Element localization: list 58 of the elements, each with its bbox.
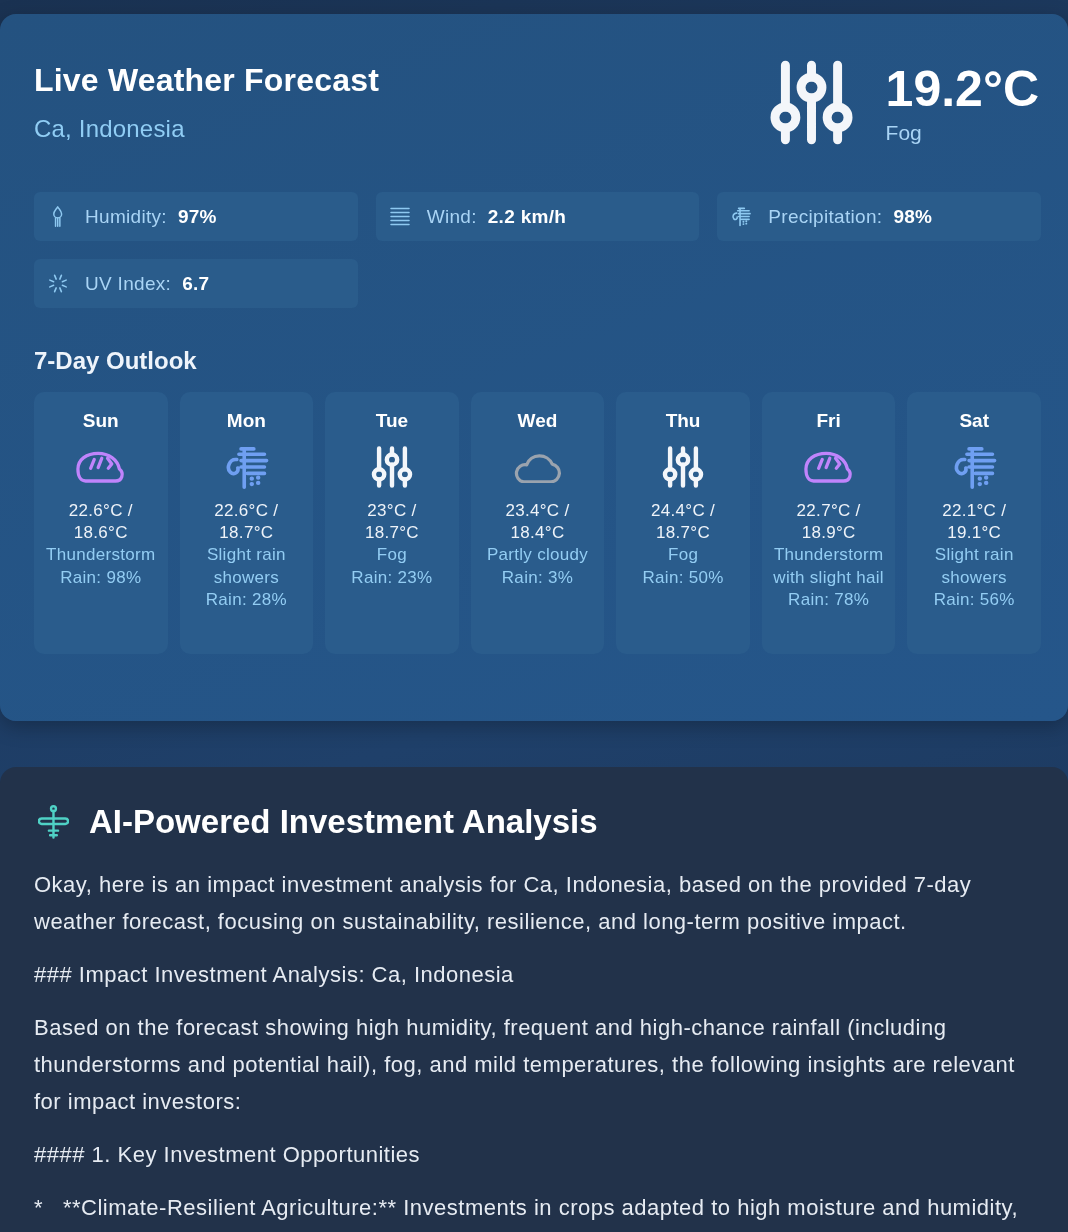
analysis-paragraph: Based on the forecast showing high humidity, frequent and high-chance rainfall (including thunderstorms and potential hail), fog, and mild temperatures, the following insights are relevant for impact investors: (34, 1014, 1016, 1116)
metric-label: UV Index: (85, 272, 172, 295)
day-name: Wed (517, 409, 558, 433)
day-name: Tue (375, 409, 409, 433)
temperature-range: 24.4°C / 18.7°C (650, 500, 717, 544)
temperature-range: 22.6°C / 18.7°C (213, 500, 280, 544)
day-name: Sun (82, 409, 119, 433)
sliders-icon (662, 446, 705, 488)
analysis-paragraph: ### Impact Investment Analysis: Ca, Indonesia (34, 961, 515, 989)
day-name: Mon (226, 409, 266, 433)
metric-value: 6.7 (182, 272, 210, 295)
condition-text: Thunderstorm (46, 544, 156, 566)
current-condition: Fog (885, 121, 923, 145)
day-name: Sat (959, 409, 989, 433)
current-temperature: 19.2°C (885, 61, 1039, 117)
rain-chance: Rain: 28% (205, 589, 287, 611)
analysis-title: AI-Powered Investment Analysis (88, 802, 598, 842)
condition-text: Thunderstorm with slight hail (772, 544, 885, 589)
forecast-title: Live Weather Forecast (34, 61, 380, 99)
metric-value: 2.2 km/h (487, 205, 567, 228)
metric-label: Wind: (426, 205, 477, 228)
day-name: Fri (816, 409, 841, 433)
condition-text: Slight rain showers (933, 544, 1015, 589)
analysis-paragraph: * **Climate-Resilient Agriculture:** Investments in crops adapted to high moisture and humidity, (34, 1194, 1020, 1222)
analysis-paragraph: Okay, here is an impact investment analysis for Ca, Indonesia, based on the provided 7-day weather forecast, focusing on sustainability, resilience, and long-term positive impact. (34, 871, 973, 936)
rain-chance: Rain: 56% (933, 589, 1015, 611)
day-name: Thu (665, 409, 701, 433)
rain-chance: Rain: 23% (351, 566, 433, 589)
loaf-icon (803, 451, 854, 483)
sliders-icon (370, 446, 413, 488)
antenna-icon (38, 805, 69, 839)
rain-chance: Rain: 78% (788, 589, 870, 611)
location-text: Ca, Indonesia (34, 114, 186, 144)
temperature-range: 23°C / 18.7°C (363, 500, 420, 544)
metric-label: Humidity: (85, 205, 167, 228)
outlook-title: 7-Day Outlook (34, 347, 198, 375)
rain-chance: Rain: 50% (642, 566, 724, 589)
temperature-range: 23.4°C / 18.4°C (504, 500, 571, 544)
metric-label: Precipitation: (768, 205, 883, 228)
condition-text: Fog (667, 544, 699, 566)
temperature-range: 22.6°C / 18.6°C (67, 500, 134, 544)
rain-streaks-icon (224, 444, 269, 490)
sliders-icon (768, 60, 854, 145)
condition-text: Fog (376, 544, 407, 566)
droplet-icon (53, 206, 63, 227)
temperature-range: 22.7°C / 18.9°C (795, 500, 862, 544)
metric-value: 97% (177, 205, 217, 228)
rays-icon (48, 273, 68, 294)
temperature-range: 22.1°C / 19.1°C (941, 500, 1008, 544)
stacked-lines-icon (389, 206, 410, 227)
rain-chance: Rain: 3% (501, 566, 574, 589)
condition-text: Partly cloudy (486, 544, 589, 566)
metric-value: 98% (893, 205, 933, 228)
loaf-icon (75, 451, 126, 483)
analysis-paragraph: #### 1. Key Investment Opportunities (34, 1141, 422, 1169)
rain-chance: Rain: 98% (60, 566, 142, 589)
condition-text: Slight rain showers (205, 544, 287, 589)
rain-streaks-icon (731, 206, 752, 227)
